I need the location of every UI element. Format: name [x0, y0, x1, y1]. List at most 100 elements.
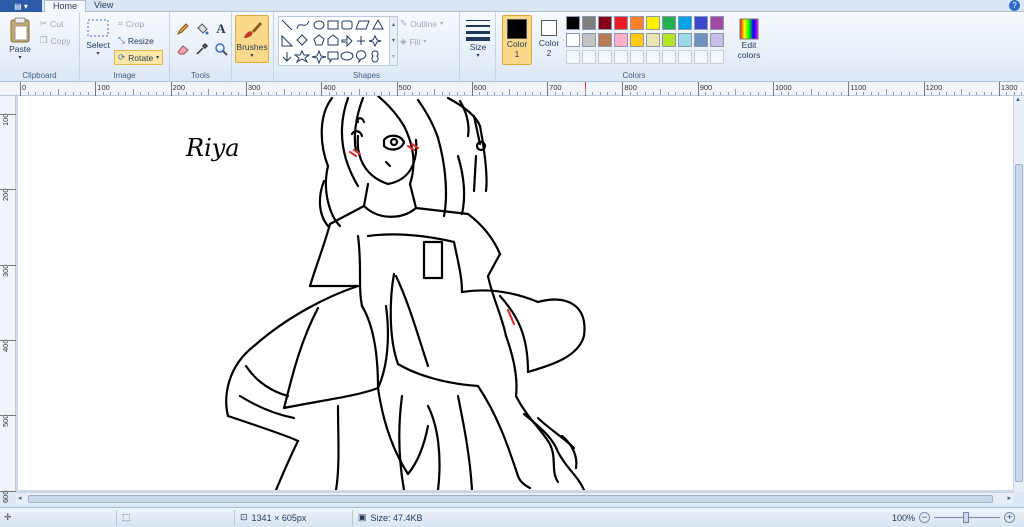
zoom-slider-thumb[interactable] — [963, 512, 970, 523]
paint-menu-button[interactable]: ▤ ▾ — [0, 0, 42, 12]
ruler-minor-tick — [72, 92, 74, 95]
palette-swatch[interactable] — [662, 16, 676, 30]
ruler-minor-tick — [42, 92, 44, 95]
palette-swatch[interactable] — [582, 16, 596, 30]
shapes-gallery[interactable] — [278, 16, 390, 66]
shapes-scroll[interactable]: ▴ ▾ ▿ — [390, 16, 398, 66]
palette-swatch[interactable] — [678, 16, 692, 30]
palette-swatch[interactable] — [630, 33, 644, 47]
ruler-minor-tick — [667, 92, 669, 95]
palette-swatch[interactable] — [694, 16, 708, 30]
ruler-minor-tick — [230, 92, 232, 95]
brushes-group: Brushes ▾ — [232, 12, 274, 82]
palette-swatch[interactable] — [710, 16, 724, 30]
ruler-minor-tick — [983, 92, 985, 95]
ruler-minor-tick — [80, 92, 82, 95]
cut-button[interactable]: ✂ Cut — [40, 18, 63, 29]
palette-swatch[interactable] — [646, 16, 660, 30]
resize-button[interactable]: ⤡ Resize — [118, 35, 154, 46]
brushes-label: Brushes — [236, 42, 268, 52]
brush-icon — [244, 22, 262, 38]
custom-color-slot[interactable] — [678, 50, 692, 64]
ruler-minor-tick — [682, 92, 684, 95]
ruler-minor-tick — [351, 92, 353, 95]
fill-tool[interactable] — [194, 21, 210, 37]
help-icon[interactable]: ? — [1009, 0, 1020, 11]
custom-color-slot[interactable] — [582, 50, 596, 64]
crop-button[interactable]: ⌗ Crop — [118, 18, 144, 29]
status-separator — [352, 510, 353, 526]
edit-colors-button[interactable]: Edit colors — [732, 18, 766, 60]
palette-swatch[interactable] — [598, 16, 612, 30]
vertical-scroll-thumb[interactable] — [1015, 164, 1023, 482]
ruler-minor-tick — [742, 92, 744, 95]
fill-button[interactable]: ◈ Fill ▾ — [400, 36, 426, 47]
custom-color-slot[interactable] — [662, 50, 676, 64]
fill-dropdown-icon: ▾ — [423, 39, 427, 45]
horizontal-scrollbar[interactable]: ◂ ▸ — [16, 492, 1013, 504]
magnifier-tool[interactable] — [213, 41, 229, 57]
scroll-left-icon[interactable]: ◂ — [18, 494, 22, 502]
rotate-button[interactable]: ⟳ Rotate ▾ — [114, 50, 164, 65]
palette-swatch[interactable] — [598, 33, 612, 47]
ruler-minor-tick — [155, 92, 157, 95]
palette-swatch[interactable] — [662, 33, 676, 47]
text-tool[interactable]: A — [213, 21, 229, 37]
size-button[interactable]: Size ▾ — [464, 18, 492, 59]
paste-button[interactable]: Paste ▾ — [6, 16, 34, 61]
custom-color-slot[interactable] — [630, 50, 644, 64]
color1-button[interactable]: Color 1 — [502, 15, 532, 65]
custom-color-slot[interactable] — [566, 50, 580, 64]
outline-label: Outline — [410, 18, 438, 29]
image-group: Select ▾ ⌗ Crop ⤡ Resize ⟳ Rotate ▾ Imag… — [80, 12, 170, 82]
zoom-slider[interactable] — [934, 512, 1001, 523]
select-button[interactable]: Select ▾ — [84, 18, 112, 57]
palette-swatch[interactable] — [566, 16, 580, 30]
scroll-right-icon[interactable]: ▸ — [1007, 494, 1011, 502]
line-size-icon — [466, 20, 490, 41]
ruler-label: 200 — [1, 188, 10, 202]
color2-number: 2 — [546, 48, 552, 58]
ruler-minor-tick — [780, 92, 782, 95]
palette-swatch[interactable] — [630, 16, 644, 30]
ruler-minor-tick — [833, 92, 835, 95]
palette-swatch[interactable] — [694, 33, 708, 47]
palette-swatch[interactable] — [710, 33, 724, 47]
drawing-canvas[interactable]: Riya — [18, 96, 1013, 492]
image-dimensions-text: 1341 × 605px — [251, 512, 307, 523]
palette-swatch[interactable] — [614, 33, 628, 47]
tab-view[interactable]: View — [86, 0, 121, 12]
eraser-tool[interactable] — [175, 41, 191, 57]
zoom-in-icon[interactable]: + — [1004, 512, 1016, 523]
copy-button[interactable]: ❐ Copy — [40, 35, 70, 46]
custom-color-slot[interactable] — [614, 50, 628, 64]
outline-button[interactable]: ✎ Outline ▾ — [400, 18, 443, 29]
ruler-minor-tick — [148, 92, 149, 95]
ruler-tick — [0, 189, 16, 191]
status-separator — [116, 510, 117, 526]
color-picker-tool[interactable] — [194, 41, 210, 57]
brushes-button[interactable]: Brushes ▾ — [235, 15, 269, 63]
palette-swatch[interactable] — [582, 33, 596, 47]
custom-color-slot[interactable] — [598, 50, 612, 64]
ruler-minor-tick — [1013, 92, 1015, 95]
palette-swatch[interactable] — [678, 33, 692, 47]
pencil-icon — [176, 23, 189, 36]
color2-button[interactable]: Color 2 — [535, 18, 563, 58]
palette-swatch[interactable] — [614, 16, 628, 30]
image-dimensions: ⊡ 1341 × 605px — [240, 512, 306, 523]
palette-swatch[interactable] — [646, 33, 660, 47]
scroll-up-icon[interactable]: ▲ — [1015, 97, 1021, 103]
ruler-minor-tick — [614, 92, 616, 95]
custom-color-slot[interactable] — [646, 50, 660, 64]
zoom-out-icon[interactable]: − — [919, 512, 931, 523]
vertical-scrollbar[interactable]: ▲ — [1013, 96, 1024, 492]
palette-swatch[interactable] — [566, 33, 580, 47]
custom-color-slot[interactable] — [694, 50, 708, 64]
pencil-tool[interactable] — [175, 21, 191, 37]
ruler-minor-tick — [509, 89, 511, 95]
custom-color-slot[interactable] — [710, 50, 724, 64]
rotate-label: Rotate — [128, 52, 154, 63]
horizontal-scroll-thumb[interactable] — [28, 495, 993, 503]
ruler-minor-tick — [818, 92, 820, 95]
